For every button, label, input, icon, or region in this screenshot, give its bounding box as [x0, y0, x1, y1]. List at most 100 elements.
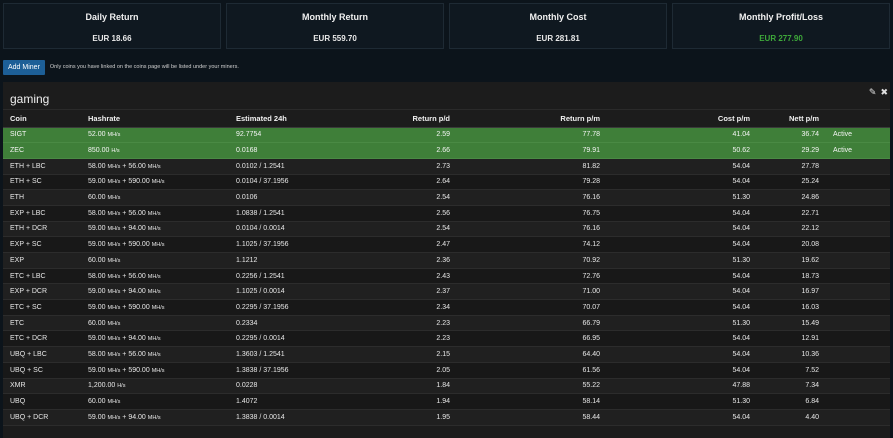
hashrate-value: 59.00 — [88, 303, 106, 311]
hashrate-value: 59.00 — [88, 288, 106, 296]
hashrate-value: 58.00 — [88, 209, 106, 217]
add-miner-row: Add Miner Only coins you have linked on … — [3, 59, 239, 75]
cell-status — [826, 205, 890, 222]
hashrate-unit: MH/s — [107, 289, 121, 296]
table-row[interactable]: UBQ + DCR 59.00 MH/s + 94.00 MH/s 1.3838 /… — [3, 409, 890, 426]
cell-hashrate: 60.00 MH/s — [81, 315, 229, 332]
col-cost-pm[interactable]: Cost p/m — [607, 110, 757, 128]
cell-coin: ETH — [3, 189, 81, 206]
table-row[interactable]: EXP + SC 59.00 MH/s + 590.00 MH/s 1.1025 /… — [3, 236, 890, 253]
cell-return-pm: 81.82 — [457, 158, 607, 175]
cell-coin: ETC — [3, 315, 81, 332]
pencil-icon[interactable]: ✎ — [869, 88, 877, 97]
cell-return-pm: 58.14 — [457, 393, 607, 410]
hashrate-value: 60.00 — [88, 256, 106, 264]
cell-cost-pm: 54.04 — [607, 346, 757, 363]
cell-status — [826, 174, 890, 191]
monthly-cost-card: Monthly Cost EUR 281.81 — [449, 3, 667, 49]
cell-cost-pm: 51.30 — [607, 252, 757, 269]
add-miner-button[interactable]: Add Miner — [3, 59, 45, 75]
hashrate-unit: MH/s — [107, 304, 121, 311]
stats-bar: Daily Return EUR 18.66 Monthly Return EU… — [3, 3, 890, 49]
cell-nett-pm: 22.12 — [757, 221, 826, 238]
cell-cost-pm: 54.04 — [607, 330, 757, 348]
table-row[interactable]: ETH + DCR 59.00 MH/s + 94.00 MH/s 0.0104 /… — [3, 221, 890, 238]
cell-return-pd: 1.95 — [389, 409, 457, 426]
hashrate-value: 59.00 — [88, 178, 106, 186]
table-row[interactable]: ETC + LBC 58.00 MH/s + 56.00 MH/s 0.2256 /… — [3, 268, 890, 285]
cell-return-pd: 2.56 — [389, 205, 457, 222]
cell-hashrate: 1,200.00 H/s — [81, 378, 229, 395]
table-row[interactable]: ETH 60.00 MH/s 0.0106 2.54 76.16 51.30 24.86 — [3, 189, 890, 206]
table-row[interactable]: ZEC 850.00 H/s 0.0168 2.66 79.91 50.62 29.29 Ac… — [3, 142, 890, 159]
cell-hashrate: 60.00 MH/s — [81, 393, 229, 410]
hashrate-value: 58.00 — [88, 350, 106, 358]
col-estimated-24h[interactable]: Estimated 24h — [229, 110, 389, 128]
hashrate-value: 59.00 — [88, 413, 106, 421]
cell-estimated-24h: 92.7754 — [229, 127, 389, 144]
cell-return-pm: 55.22 — [457, 378, 607, 395]
table-row[interactable]: ETH + SC 59.00 MH/s + 590.00 MH/s 0.0104 /… — [3, 174, 890, 191]
table-row[interactable]: ETH + LBC 58.00 MH/s + 56.00 MH/s 0.0102 /… — [3, 158, 890, 175]
cell-cost-pm: 47.88 — [607, 378, 757, 395]
cell-return-pd: 2.59 — [389, 127, 457, 144]
col-hashrate[interactable]: Hashrate — [81, 110, 229, 128]
table-row[interactable]: EXP + DCR 59.00 MH/s + 94.00 MH/s 1.1025 /… — [3, 283, 890, 301]
table-row[interactable]: UBQ + LBC 58.00 MH/s + 56.00 MH/s 1.3603 /… — [3, 346, 890, 363]
hashrate-unit-2: MH/s — [147, 336, 161, 343]
close-icon[interactable]: ✖ — [880, 88, 888, 97]
hashrate-value-2: 56.00 — [128, 272, 146, 280]
hashrate-unit: MH/s — [107, 132, 121, 139]
hashrate-unit: MH/s — [107, 242, 121, 249]
col-coin[interactable]: Coin — [3, 110, 81, 128]
col-return-pd[interactable]: Return p/d — [389, 110, 457, 128]
hashrate-value-2: 56.00 — [128, 162, 146, 170]
cell-return-pm: 70.92 — [457, 252, 607, 269]
cell-coin: ETH + LBC — [3, 158, 81, 175]
cell-estimated-24h: 0.0168 — [229, 142, 389, 159]
table-row[interactable]: XMR 1,200.00 H/s 0.0228 1.84 55.22 47.88 7.34 — [3, 378, 890, 395]
cell-hashrate: 58.00 MH/s + 56.00 MH/s — [81, 205, 229, 222]
col-return-pm[interactable]: Return p/m — [457, 110, 607, 128]
cell-status: Active — [826, 127, 890, 144]
hashrate-unit-2: MH/s — [151, 304, 165, 311]
table-row[interactable]: ETC + DCR 59.00 MH/s + 94.00 MH/s 0.2295 /… — [3, 330, 890, 348]
cell-nett-pm: 20.08 — [757, 236, 826, 253]
hashrate-unit: MH/s — [107, 195, 121, 202]
cell-coin: ETC + LBC — [3, 268, 81, 285]
cell-estimated-24h: 0.0228 — [229, 378, 389, 395]
cell-nett-pm: 25.24 — [757, 174, 826, 191]
table-row[interactable]: UBQ 60.00 MH/s 1.4072 1.94 58.14 51.30 6.84 — [3, 393, 890, 410]
cell-coin: UBQ — [3, 393, 81, 410]
cell-return-pd: 2.73 — [389, 158, 457, 175]
cell-return-pm: 76.16 — [457, 189, 607, 206]
cell-hashrate: 52.00 MH/s — [81, 127, 229, 144]
cell-estimated-24h: 1.1025 / 37.1956 — [229, 236, 389, 253]
cell-coin: UBQ + DCR — [3, 409, 81, 426]
table-row[interactable]: SIGT 52.00 MH/s 92.7754 2.59 77.78 41.04 36.74… — [3, 127, 890, 144]
col-nett-pm[interactable]: Nett p/m — [757, 110, 826, 128]
table-header: Coin Hashrate Estimated 24h Return p/d R… — [3, 110, 890, 128]
table-row[interactable]: ETC 60.00 MH/s 0.2334 2.23 66.79 51.30 15.49 — [3, 315, 890, 332]
cell-cost-pm: 54.04 — [607, 362, 757, 379]
cell-nett-pm: 15.49 — [757, 315, 826, 332]
hashrate-unit: MH/s — [107, 226, 121, 233]
cell-status — [826, 252, 890, 269]
hashrate-value: 58.00 — [88, 162, 106, 170]
table-row[interactable]: UBQ + SC 59.00 MH/s + 590.00 MH/s 1.3838 /… — [3, 362, 890, 379]
hashrate-value-2: 590.00 — [128, 241, 150, 249]
cell-estimated-24h: 1.1212 — [229, 252, 389, 269]
cell-nett-pm: 7.52 — [757, 362, 826, 379]
cell-estimated-24h: 1.4072 — [229, 393, 389, 410]
panel-header: gaming ✎ ✖ — [3, 82, 890, 110]
table-row[interactable]: EXP + LBC 58.00 MH/s + 56.00 MH/s 1.0838 /… — [3, 205, 890, 222]
table-row[interactable]: EXP 60.00 MH/s 1.1212 2.36 70.92 51.30 19.62 — [3, 252, 890, 269]
cell-return-pd: 2.66 — [389, 142, 457, 159]
hashrate-unit-2: MH/s — [147, 414, 161, 421]
cell-return-pd: 2.05 — [389, 362, 457, 379]
cell-status — [826, 268, 890, 285]
cell-estimated-24h: 0.2295 / 0.0014 — [229, 330, 389, 348]
table-row[interactable]: ETC + SC 59.00 MH/s + 590.00 MH/s 0.2295 /… — [3, 299, 890, 316]
cell-return-pm: 71.00 — [457, 283, 607, 301]
hashrate-value-2: 56.00 — [128, 350, 146, 358]
